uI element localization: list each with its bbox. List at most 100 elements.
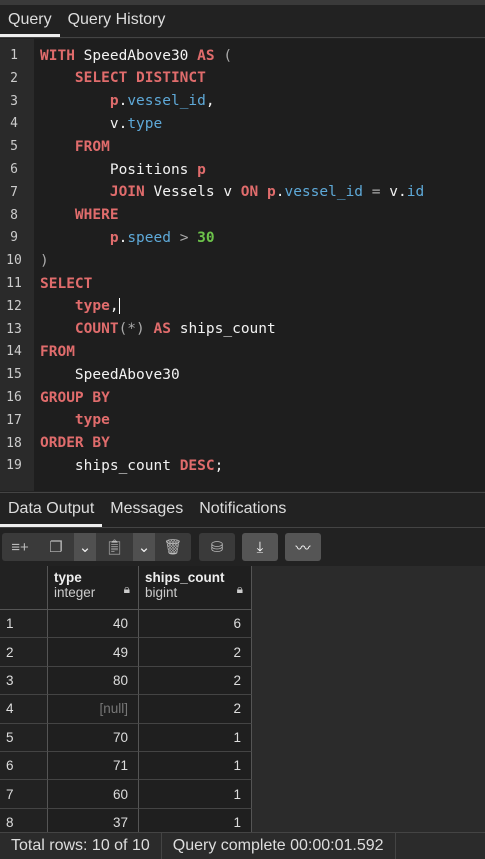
code-line[interactable]: 1 WITH SpeedAbove30 AS ( [0,44,485,67]
sql-editor[interactable]: 1 WITH SpeedAbove30 AS (2 SELECT DISTINCT… [0,39,485,491]
code-token: WHERE [74,207,119,224]
code-token: p [197,161,206,178]
code-line[interactable]: 5 FROM [0,135,485,158]
table-row[interactable]: 4 [null] 2 [0,695,252,724]
code-line[interactable]: 12 type, [0,295,485,318]
column-name: ships_count [145,570,225,585]
cell-ships-count[interactable]: 1 [139,752,252,781]
results-grid: type integer 🔒︎ ships_count bigint 🔒︎ 14… [0,566,485,832]
cell-type[interactable]: 80 [48,666,139,696]
code-text: WITH SpeedAbove30 AS ( [34,48,232,64]
cell-type[interactable]: 60 [48,780,139,809]
cell-type[interactable]: 49 [48,638,139,667]
tab-data-output[interactable]: Data Output [0,493,103,527]
cell-ships-count[interactable]: 1 [139,808,252,832]
code-line[interactable]: 17 type [0,409,485,432]
line-number: 2 [10,70,18,86]
cell-ships-count[interactable]: 2 [139,666,252,696]
paste-button[interactable]: 📋︎ [96,533,133,561]
code-token: Positions [109,161,198,178]
code-line[interactable]: 19 ships_count DESC; [0,454,485,477]
code-text: ships_count DESC; [34,458,223,474]
add-row-icon: ≡+ [11,538,29,556]
cell-ships-count[interactable]: 2 [139,695,252,724]
code-token: ( [214,47,233,64]
code-line[interactable]: 7 JOIN Vessels v ON p.vessel_id = v.id [0,181,485,204]
line-number: 19 [6,458,22,474]
line-number: 5 [10,139,18,155]
table-row[interactable]: 6 71 1 [0,752,252,781]
code-token: (*) [118,321,145,338]
paste-options-dropdown[interactable]: ⌄ [133,533,155,561]
cell-ships-count[interactable]: 6 [139,610,252,639]
row-number[interactable]: 4 [0,695,48,724]
copy-options-dropdown[interactable]: ⌄ [74,533,96,561]
lock-icon: 🔒︎ [236,582,243,596]
code-line[interactable]: 2 SELECT DISTINCT [0,67,485,90]
code-line[interactable]: 15 SpeedAbove30 [0,363,485,386]
cell-type[interactable]: [null] [48,695,139,724]
copy-button[interactable]: ❐ [38,533,74,561]
row-number[interactable]: 3 [0,666,48,696]
delete-button[interactable]: 🗑︎ [155,533,191,561]
table-row[interactable]: 7 60 1 [0,780,252,809]
table-row[interactable]: 2 49 2 [0,638,252,667]
chevron-down-icon: ⌄ [78,539,92,556]
cell-ships-count[interactable]: 1 [139,723,252,752]
row-number[interactable]: 2 [0,638,48,667]
line-number: 17 [6,412,22,428]
row-number[interactable]: 5 [0,723,48,752]
code-line[interactable]: 13 COUNT(*) AS ships_count [0,318,485,341]
tab-notifications[interactable]: Notifications [191,493,294,527]
trash-icon: 🗑︎ [163,539,183,556]
code-line[interactable]: 11 SELECT [0,272,485,295]
row-number[interactable]: 6 [0,752,48,781]
row-number[interactable]: 7 [0,780,48,809]
code-line[interactable]: 16 GROUP BY [0,386,485,409]
query-tabs: Query Query History [0,5,485,38]
tab-messages[interactable]: Messages [102,493,191,527]
row-number[interactable]: 8 [0,808,48,832]
code-line[interactable]: 8 WHERE [0,204,485,227]
download-button[interactable]: ⤓ [242,533,278,561]
column-header-type[interactable]: type integer 🔒︎ [48,566,139,610]
code-line[interactable]: 9 p.speed > 30 [0,226,485,249]
code-line[interactable]: 10) [0,249,485,272]
row-number[interactable]: 1 [0,610,48,639]
code-line[interactable]: 4 v.type [0,112,485,135]
save-data-button[interactable]: ⛁ [199,533,235,561]
add-row-button[interactable]: ≡+ [2,533,38,561]
code-token: p [109,93,119,110]
tab-query-history[interactable]: Query History [60,5,174,37]
tab-query[interactable]: Query [0,5,60,37]
code-line[interactable]: 6 Positions p [0,158,485,181]
cell-type[interactable]: 70 [48,723,139,752]
line-number: 3 [10,93,18,109]
code-token: speed [127,229,171,246]
code-line[interactable]: 14 FROM [0,340,485,363]
cell-type[interactable]: 40 [48,610,139,639]
cell-type[interactable]: 71 [48,752,139,781]
cell-type[interactable]: 37 [48,808,139,832]
code-text: FROM [34,139,110,155]
graph-visualiser-button[interactable]: 〰 [285,533,321,561]
line-number: 15 [6,367,22,383]
cell-ships-count[interactable]: 2 [139,638,252,667]
line-number: 18 [6,435,22,451]
code-text: ) [34,253,49,269]
table-row[interactable]: 3 80 2 [0,666,252,696]
cell-ships-count[interactable]: 1 [139,780,252,809]
table-row[interactable]: 1 40 6 [0,610,252,639]
code-text: v.type [34,116,162,132]
code-token: , [109,298,119,315]
code-line[interactable]: 3 p.vessel_id, [0,90,485,113]
table-row[interactable]: 8 37 1 [0,808,252,832]
column-header-ships-count[interactable]: ships_count bigint 🔒︎ [139,566,252,610]
code-token: ) [40,252,49,269]
table-row[interactable]: 5 70 1 [0,723,252,752]
code-line[interactable]: 18 ORDER BY [0,432,485,455]
